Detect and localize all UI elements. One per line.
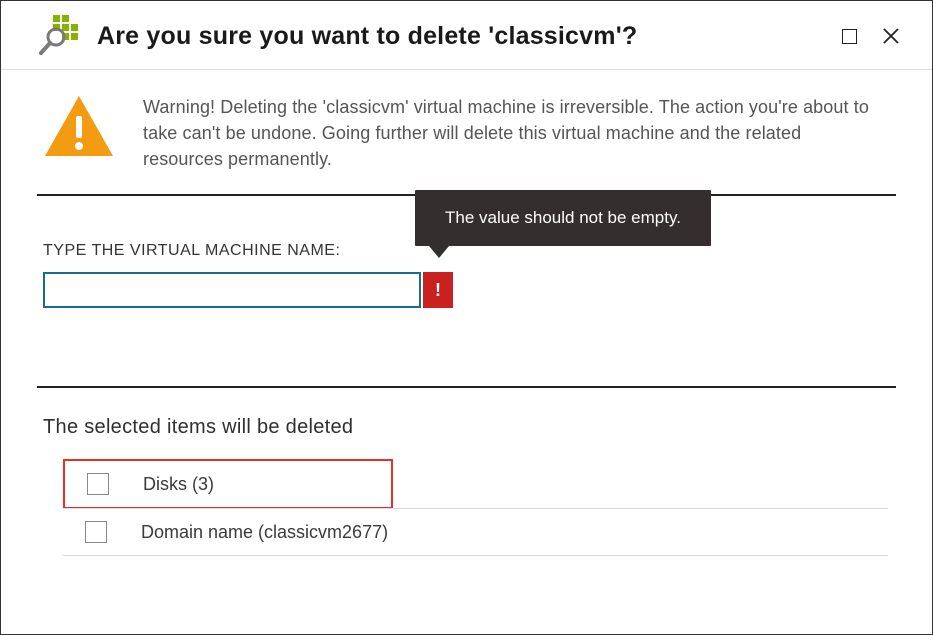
warning-text: Warning! Deleting the 'classicvm' virtua… bbox=[143, 94, 883, 172]
list-item[interactable]: Domain name (classicvm2677) bbox=[63, 508, 888, 556]
items-heading: The selected items will be deleted bbox=[43, 416, 896, 439]
warning-icon bbox=[43, 94, 115, 160]
checkbox[interactable] bbox=[87, 473, 109, 495]
validation-tooltip: The value should not be empty. bbox=[415, 190, 711, 246]
window-controls bbox=[840, 27, 908, 45]
error-icon: ! bbox=[423, 272, 453, 308]
dialog-title: Are you sure you want to delete 'classic… bbox=[97, 22, 840, 51]
items-section: The selected items will be deleted Disks… bbox=[1, 388, 932, 575]
search-grid-icon bbox=[39, 15, 81, 57]
item-label: Disks (3) bbox=[143, 474, 214, 495]
item-label: Domain name (classicvm2677) bbox=[141, 522, 388, 543]
warning-banner: Warning! Deleting the 'classicvm' virtua… bbox=[1, 70, 932, 194]
maximize-button[interactable] bbox=[840, 27, 858, 45]
checkbox[interactable] bbox=[85, 521, 107, 543]
list-item[interactable]: Disks (3) bbox=[63, 459, 393, 509]
input-section: The value should not be empty. TYPE THE … bbox=[1, 196, 932, 328]
titlebar: Are you sure you want to delete 'classic… bbox=[1, 1, 932, 70]
close-button[interactable] bbox=[882, 27, 900, 45]
vm-name-input[interactable] bbox=[43, 272, 421, 308]
